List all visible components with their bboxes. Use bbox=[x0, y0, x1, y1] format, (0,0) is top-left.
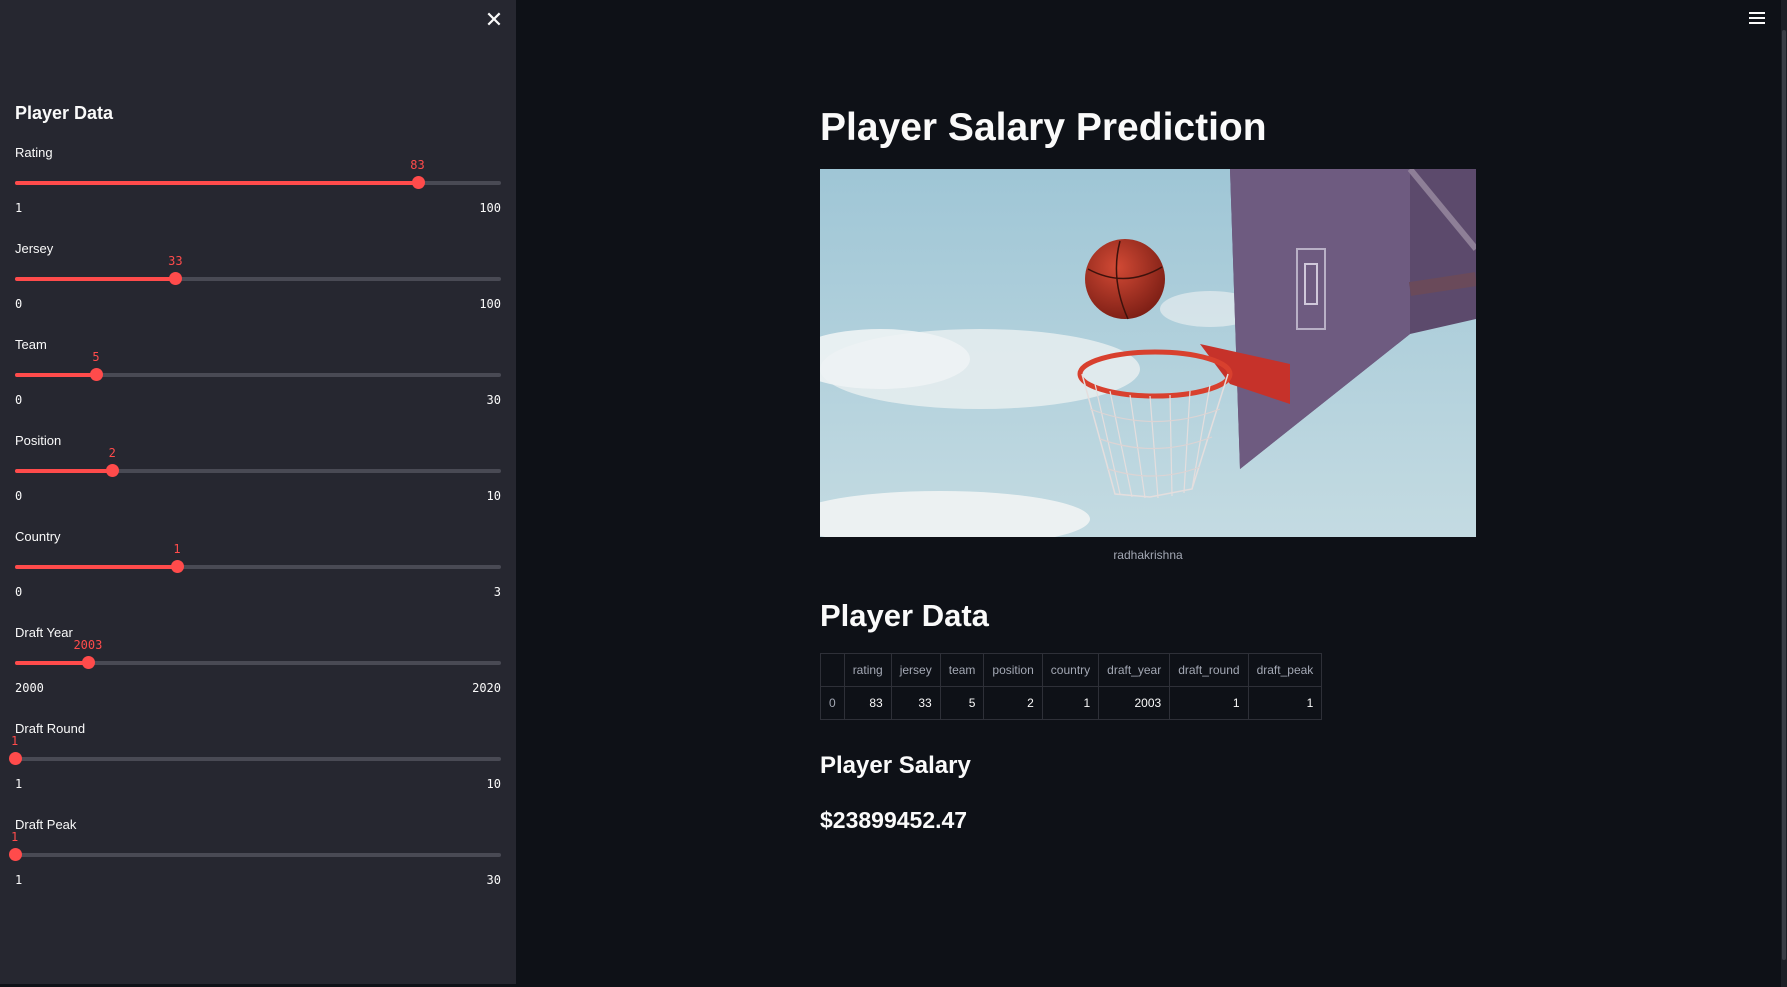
slider-min: 0 bbox=[15, 393, 23, 407]
slider-draft-peak[interactable]: Draft Peak 1 1 30 bbox=[9, 817, 501, 909]
slider-fill bbox=[15, 469, 113, 473]
slider-value: 5 bbox=[92, 350, 100, 364]
slider-track[interactable]: 33 bbox=[15, 254, 501, 285]
salary-value: $23899452.47 bbox=[820, 807, 968, 833]
slider-fill bbox=[15, 373, 96, 377]
table-cell: 2 bbox=[983, 686, 1043, 720]
scrollbar-thumb[interactable] bbox=[1782, 30, 1786, 960]
table-body: 0 83 33 5 2 1 2003 1 1 bbox=[820, 686, 1323, 720]
slider-label: Draft Round bbox=[15, 721, 86, 736]
slider-fill bbox=[15, 661, 88, 665]
slider-min: 1 bbox=[15, 873, 23, 887]
table-row[interactable]: 0 83 33 5 2 1 2003 1 1 bbox=[820, 686, 1323, 720]
page-title: Player Salary Prediction bbox=[820, 106, 1267, 149]
slider-max: 30 bbox=[486, 393, 501, 407]
slider-track[interactable]: 2003 bbox=[15, 638, 501, 669]
table-cell: 33 bbox=[890, 686, 941, 720]
sidebar: ✕ Player Data Rating 83 1 100 Jersey 33 0 100 Te… bbox=[0, 0, 516, 984]
table-header-row: rating jersey team position country draft_yea… bbox=[820, 653, 1323, 687]
table-header-cell[interactable]: rating bbox=[843, 653, 892, 687]
slider-thumb[interactable] bbox=[106, 464, 120, 477]
slider-label: Position bbox=[15, 433, 62, 448]
slider-value: 1 bbox=[11, 830, 19, 844]
slider-thumb[interactable] bbox=[9, 848, 22, 861]
slider-position[interactable]: Position 2 0 10 bbox=[15, 433, 501, 525]
slider-value: 83 bbox=[410, 158, 425, 172]
slider-min: 0 bbox=[15, 489, 23, 503]
slider-fill bbox=[15, 565, 177, 569]
slider-label: Team bbox=[15, 337, 47, 352]
slider-rating[interactable]: Rating 83 1 100 bbox=[15, 145, 501, 237]
table-cell: 1 bbox=[1041, 686, 1100, 720]
slider-min: 1 bbox=[15, 201, 23, 215]
slider-track[interactable]: 1 bbox=[15, 542, 501, 573]
slider-draft-round[interactable]: Draft Round 1 1 10 bbox=[9, 721, 501, 813]
scrollbar[interactable] bbox=[1781, 0, 1787, 987]
slider-track[interactable]: 5 bbox=[15, 350, 501, 381]
slider-label: Jersey bbox=[15, 241, 54, 256]
slider-max: 10 bbox=[486, 489, 501, 503]
player-salary-heading: Player Salary bbox=[820, 752, 971, 779]
slider-fill bbox=[15, 181, 418, 185]
slider-label: Draft Peak bbox=[15, 817, 77, 832]
table-cell: 2003 bbox=[1098, 686, 1171, 720]
slider-value: 1 bbox=[11, 734, 19, 748]
slider-max: 30 bbox=[486, 873, 501, 887]
slider-value: 2003 bbox=[73, 638, 103, 652]
slider-label: Country bbox=[15, 529, 61, 544]
slider-max: 100 bbox=[479, 297, 501, 311]
table-cell: 5 bbox=[939, 686, 985, 720]
table-header-cell[interactable]: position bbox=[983, 653, 1043, 687]
table-header-cell[interactable] bbox=[820, 653, 845, 687]
table-cell: 83 bbox=[843, 686, 892, 720]
table-index-cell: 0 bbox=[820, 686, 845, 720]
slider-thumb[interactable] bbox=[411, 176, 425, 189]
slider-max: 100 bbox=[479, 201, 501, 215]
table-header-cell[interactable]: draft_year bbox=[1098, 653, 1171, 687]
slider-min: 0 bbox=[15, 585, 23, 599]
table-header-cell[interactable]: draft_round bbox=[1169, 653, 1249, 687]
table-cell: 1 bbox=[1169, 686, 1249, 720]
slider-value: 2 bbox=[108, 446, 116, 460]
player-data-heading: Player Data bbox=[820, 598, 989, 633]
table-header-cell[interactable]: country bbox=[1041, 653, 1100, 687]
slider-label: Draft Year bbox=[15, 625, 73, 640]
slider-draft-year[interactable]: Draft Year 2003 2000 2020 bbox=[15, 625, 501, 717]
slider-value: 33 bbox=[168, 254, 183, 268]
slider-track[interactable]: 1 bbox=[9, 830, 501, 861]
slider-country[interactable]: Country 1 0 3 bbox=[15, 529, 501, 621]
player-data-table[interactable]: rating jersey team position country draft_yea… bbox=[820, 653, 1323, 720]
table-header-cell[interactable]: draft_peak bbox=[1247, 653, 1323, 687]
slider-value: 1 bbox=[173, 542, 181, 556]
basketball-hoop-image bbox=[820, 169, 1476, 537]
slider-thumb[interactable] bbox=[9, 752, 22, 765]
slider-track[interactable]: 83 bbox=[15, 158, 501, 189]
image-caption: radhakrishna bbox=[1113, 548, 1183, 562]
close-icon[interactable]: ✕ bbox=[484, 9, 504, 31]
slider-max: 10 bbox=[486, 777, 501, 791]
slider-fill bbox=[15, 277, 176, 281]
main-area: Player Salary Prediction radhakrishna Pl… bbox=[516, 0, 1787, 987]
slider-track[interactable]: 1 bbox=[9, 734, 501, 765]
slider-min: 2000 bbox=[15, 681, 44, 695]
slider-min: 0 bbox=[15, 297, 23, 311]
sidebar-title: Player Data bbox=[15, 103, 114, 123]
slider-thumb[interactable] bbox=[170, 560, 184, 573]
table-header-cell[interactable]: jersey bbox=[890, 653, 941, 687]
slider-label: Rating bbox=[15, 145, 53, 160]
table-cell: 1 bbox=[1247, 686, 1323, 720]
slider-thumb[interactable] bbox=[89, 368, 103, 381]
slider-max: 3 bbox=[493, 585, 501, 599]
hamburger-menu-icon[interactable] bbox=[1749, 12, 1765, 26]
slider-thumb[interactable] bbox=[169, 272, 183, 285]
slider-thumb[interactable] bbox=[81, 656, 95, 669]
slider-max: 2020 bbox=[472, 681, 501, 695]
slider-jersey[interactable]: Jersey 33 0 100 bbox=[15, 241, 501, 333]
slider-team[interactable]: Team 5 0 30 bbox=[15, 337, 501, 429]
slider-track[interactable]: 2 bbox=[15, 446, 501, 477]
table-header-cell[interactable]: team bbox=[939, 653, 985, 687]
slider-min: 1 bbox=[15, 777, 23, 791]
